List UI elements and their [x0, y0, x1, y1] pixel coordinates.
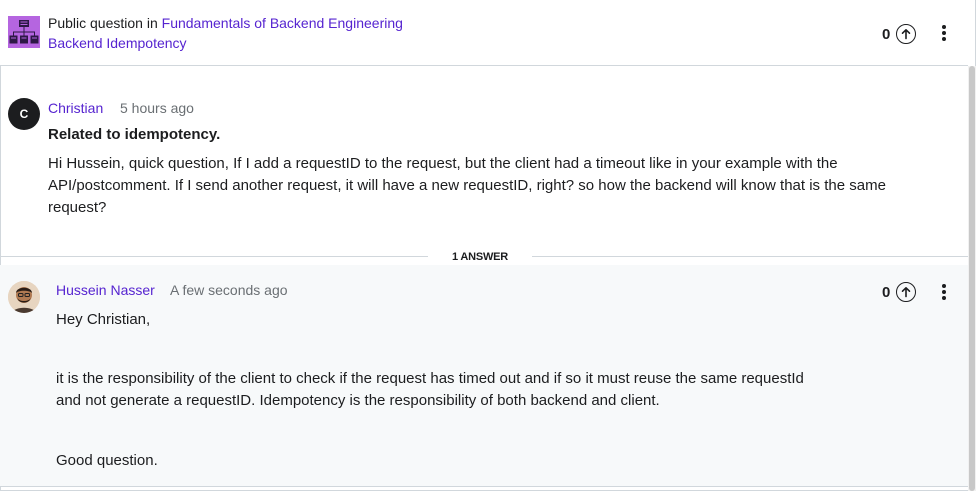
answer-paragraph: it is the responsibility of the client t…	[56, 370, 804, 409]
question-vote: 0	[882, 24, 917, 44]
dot	[942, 284, 946, 288]
lecture-link[interactable]: Backend Idempotency	[48, 35, 187, 51]
answer-timestamp: A few seconds ago	[170, 282, 288, 298]
public-question-prefix: Public question in	[48, 15, 158, 31]
dot	[942, 296, 946, 300]
answer-vote: 0	[882, 282, 917, 302]
question-body: Hi Hussein, quick question, If I add a r…	[48, 155, 886, 216]
answer-upvote-button[interactable]	[896, 282, 917, 302]
arrow-up-icon	[902, 29, 911, 40]
dot	[942, 37, 946, 41]
answer-paragraph: Good question.	[56, 452, 158, 469]
dot	[942, 25, 946, 29]
answers-count-label: 1 ANSWER	[428, 249, 532, 265]
question-author-link[interactable]: Christian	[48, 100, 103, 116]
question-vote-count: 0	[882, 25, 891, 43]
dot	[942, 31, 946, 35]
answer-item: Hussein Nasser A few seconds ago 0 Hey C…	[0, 265, 968, 487]
upvote-button[interactable]	[896, 24, 917, 44]
answer-more-options-button[interactable]	[936, 282, 952, 302]
course-thumbnail-icon	[8, 16, 40, 48]
question-timestamp: 5 hours ago	[120, 100, 194, 116]
scrollbar-thumb[interactable]	[969, 66, 975, 491]
answer-author-link[interactable]: Hussein Nasser	[56, 282, 155, 298]
question-more-options-button[interactable]	[936, 23, 952, 43]
answer-paragraph: Hey Christian,	[56, 311, 151, 328]
question-context: Public question in Fundamentals of Backe…	[48, 15, 403, 31]
answer-author-avatar[interactable]	[8, 281, 40, 313]
arrow-up-icon	[902, 287, 911, 298]
question-header: Public question in Fundamentals of Backe…	[0, 0, 968, 66]
course-link[interactable]: Fundamentals of Backend Engineering	[162, 15, 403, 31]
answer-vote-count: 0	[882, 283, 891, 301]
question-author-avatar[interactable]: C	[8, 98, 40, 130]
dot	[942, 290, 946, 294]
question-title: Related to idempotency.	[48, 126, 221, 143]
